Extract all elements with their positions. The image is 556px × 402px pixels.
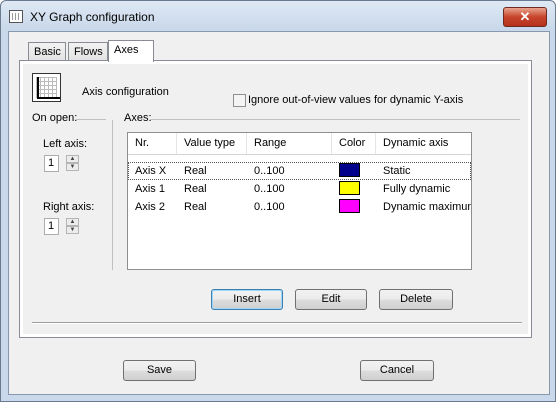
tab-panel-axes: Axis configuration Ignore out-of-view va… bbox=[19, 60, 532, 338]
cell-value-type: Real bbox=[184, 183, 207, 195]
cell-value-type: Real bbox=[184, 201, 207, 213]
on-open-group-border bbox=[112, 120, 113, 270]
right-axis-label: Right axis: bbox=[43, 201, 95, 213]
right-axis-input[interactable]: 1 bbox=[44, 218, 59, 235]
table-row[interactable]: Axis 1 Real 0..100 Fully dynamic bbox=[128, 180, 471, 198]
cell-nr: Axis 1 bbox=[135, 183, 165, 195]
cell-dynamic-axis: Fully dynamic bbox=[383, 183, 451, 195]
column-header-dynamic-axis[interactable]: Dynamic axis bbox=[376, 133, 471, 154]
cell-range: 0..100 bbox=[254, 183, 285, 195]
column-header-nr[interactable]: Nr. bbox=[128, 133, 177, 154]
cell-dynamic-axis: Dynamic maximun bbox=[383, 201, 471, 213]
table-row[interactable]: Axis 2 Real 0..100 Dynamic maximun bbox=[128, 198, 471, 216]
spin-down-icon[interactable]: ▼ bbox=[66, 163, 79, 171]
window-title: XY Graph configuration bbox=[30, 10, 155, 24]
cell-range: 0..100 bbox=[254, 201, 285, 213]
table-header: Nr. Value type Range Color Dynamic axis bbox=[128, 133, 471, 155]
left-axis-spinner[interactable]: ▲ ▼ bbox=[66, 155, 79, 172]
table-row[interactable]: Axis X Real 0..100 Static bbox=[128, 162, 471, 180]
axis-graph-icon bbox=[32, 73, 61, 102]
ignore-out-of-view-checkbox[interactable] bbox=[233, 94, 246, 107]
spin-up-icon[interactable]: ▲ bbox=[66, 155, 79, 163]
color-swatch bbox=[339, 199, 360, 213]
tab-axes[interactable]: Axes bbox=[108, 40, 154, 62]
title-bar[interactable]: XY Graph configuration ✕ bbox=[1, 1, 555, 31]
column-header-color[interactable]: Color bbox=[332, 133, 376, 154]
delete-button[interactable]: Delete bbox=[379, 289, 453, 310]
insert-button[interactable]: Insert bbox=[211, 289, 283, 310]
save-button[interactable]: Save bbox=[123, 360, 196, 381]
color-swatch bbox=[339, 163, 360, 177]
cell-range: 0..100 bbox=[254, 165, 285, 177]
axes-group-divider bbox=[150, 119, 520, 120]
panel-separator bbox=[32, 322, 522, 324]
spin-down-icon[interactable]: ▼ bbox=[66, 226, 79, 234]
column-header-range[interactable]: Range bbox=[247, 133, 332, 154]
cell-dynamic-axis: Static bbox=[383, 165, 411, 177]
axis-configuration-heading: Axis configuration bbox=[82, 86, 169, 98]
column-header-value-type[interactable]: Value type bbox=[177, 133, 247, 154]
tab-basic[interactable]: Basic bbox=[28, 42, 66, 60]
spin-up-icon[interactable]: ▲ bbox=[66, 218, 79, 226]
left-axis-label: Left axis: bbox=[43, 138, 88, 150]
tab-flows[interactable]: Flows bbox=[68, 42, 108, 60]
dialog-client-area: Basic Flows Axes Axis configuration Igno… bbox=[8, 31, 550, 395]
right-axis-spinner[interactable]: ▲ ▼ bbox=[66, 218, 79, 235]
axes-table[interactable]: Nr. Value type Range Color Dynamic axis … bbox=[127, 132, 472, 270]
axes-group-label: Axes: bbox=[124, 112, 152, 124]
ignore-out-of-view-label: Ignore out-of-view values for dynamic Y-… bbox=[248, 94, 464, 106]
cell-nr: Axis 2 bbox=[135, 201, 165, 213]
axes-config-area: Axis configuration Ignore out-of-view va… bbox=[23, 64, 528, 334]
cell-value-type: Real bbox=[184, 165, 207, 177]
edit-button[interactable]: Edit bbox=[295, 289, 367, 310]
dialog-window: XY Graph configuration ✕ Basic Flows Axe… bbox=[0, 0, 556, 402]
on-open-group-label: On open: bbox=[32, 112, 78, 124]
close-button[interactable]: ✕ bbox=[503, 7, 547, 27]
on-open-group-divider bbox=[76, 119, 106, 120]
cancel-button[interactable]: Cancel bbox=[360, 360, 434, 381]
graph-app-icon bbox=[9, 10, 23, 23]
cell-nr: Axis X bbox=[135, 165, 167, 177]
left-axis-input[interactable]: 1 bbox=[44, 155, 59, 172]
color-swatch bbox=[339, 181, 360, 195]
